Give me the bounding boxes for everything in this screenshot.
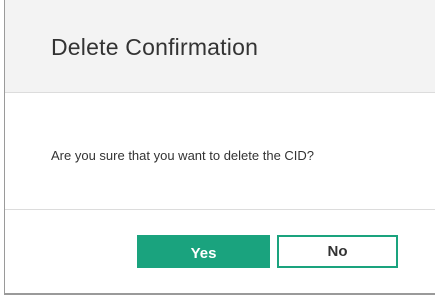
- dialog-title: Delete Confirmation: [51, 34, 259, 60]
- dialog-header: Delete Confirmation: [5, 0, 435, 93]
- dialog-body: Are you sure that you want to delete the…: [5, 93, 435, 210]
- confirmation-message: Are you sure that you want to delete the…: [51, 148, 315, 163]
- delete-confirmation-dialog: Delete Confirmation Are you sure that yo…: [4, 0, 435, 295]
- no-button[interactable]: No: [277, 235, 398, 268]
- dialog-footer: Yes No: [5, 210, 435, 293]
- yes-button[interactable]: Yes: [137, 235, 270, 268]
